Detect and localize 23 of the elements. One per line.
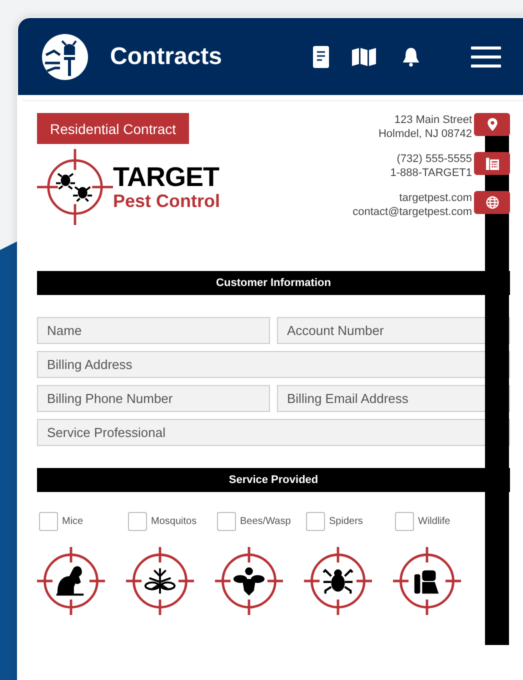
contact-line: 123 Main Street — [394, 113, 472, 127]
contact-line: Holmdel, NJ 08742 — [378, 127, 472, 141]
contact-line: (732) 555-5555 — [396, 152, 472, 166]
checkbox-label: Mosquitos — [151, 516, 197, 527]
input-field[interactable]: Account Number — [277, 317, 510, 344]
input-field[interactable]: Service Professional — [37, 419, 510, 446]
section-header: Customer Information — [37, 271, 510, 295]
input-field[interactable]: Billing Email Address — [277, 385, 510, 412]
section-header: Service Provided — [37, 468, 510, 492]
checkbox-label: Wildlife — [418, 516, 450, 527]
checkbox-label: Mice — [62, 516, 84, 527]
app-title: Contracts — [110, 42, 222, 70]
input-field[interactable]: Name — [37, 317, 270, 344]
input-field[interactable]: Billing Address — [37, 351, 510, 378]
contact-line: targetpest.com — [399, 191, 472, 205]
contract-type-label: Residential Contract — [37, 113, 190, 144]
input-field[interactable]: Billing Phone Number — [37, 385, 270, 412]
checkbox-label: Spiders — [329, 516, 363, 527]
contact-line: contact@targetpest.com — [352, 205, 472, 219]
checkbox-label: Bees/Wasp — [240, 516, 291, 527]
contact-line: 1-888-TARGET1 — [390, 166, 472, 180]
brand-name: TARGET — [113, 163, 220, 191]
brand-tagline: Pest Control — [113, 191, 220, 211]
